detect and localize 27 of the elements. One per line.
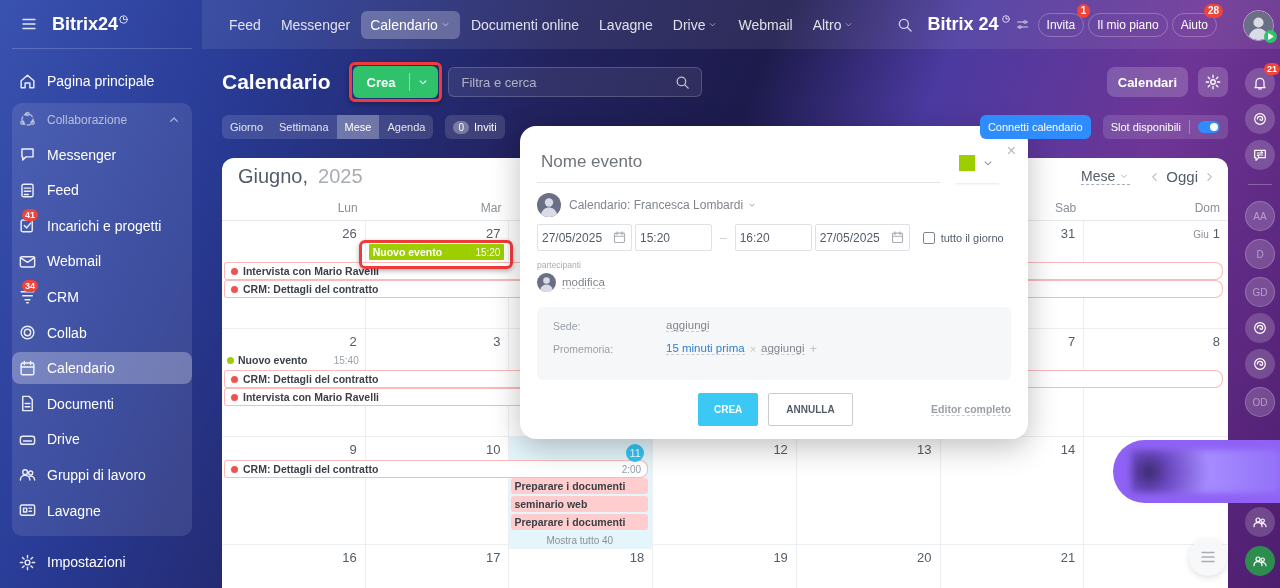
count-badge: 0: [453, 120, 469, 134]
count-badge: 28: [1203, 3, 1223, 18]
month-label: Giu: [1193, 229, 1209, 240]
event-title: CRM: Dettagli del contratto: [243, 283, 379, 295]
weekday-label: Sab: [1054, 200, 1077, 215]
event-time: 15:40: [333, 354, 359, 366]
event-time: 15:20: [475, 246, 501, 258]
event-title: CRM: Dettagli del contratto: [243, 373, 379, 385]
count-badge: 1: [1076, 3, 1091, 18]
count-badge: 34: [22, 280, 38, 293]
page-title: Calendario: [222, 70, 331, 94]
event-title: Intervista con Mario Ravelli: [243, 391, 379, 403]
range-dash: –: [720, 230, 727, 245]
weekday-label: Lun: [337, 200, 358, 215]
event-time: 2:00: [621, 463, 642, 475]
count-badge: 21: [1264, 63, 1280, 75]
event-title: CRM: Dettagli del contratto: [243, 463, 379, 475]
month-title: Giugno,: [238, 165, 309, 188]
weekday-label: Dom: [1194, 200, 1220, 215]
count-badge: 41: [22, 209, 38, 222]
year-title: 2025: [318, 165, 363, 188]
participants-label: partecipanti: [537, 260, 582, 270]
weekday-label: Mar: [480, 200, 502, 215]
event-title: Intervista con Mario Ravelli: [243, 265, 379, 277]
event-title: Nuovo evento: [372, 246, 443, 258]
field-label: Sede:: [553, 319, 582, 332]
field-label: Promemoria:: [553, 342, 615, 355]
